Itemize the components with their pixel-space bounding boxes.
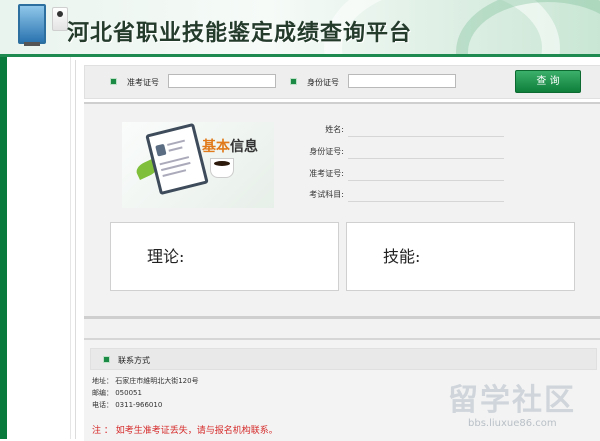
header-divider (0, 54, 600, 57)
left-green-bar (0, 57, 7, 439)
basic-info-illustration: 基本信息 (122, 122, 274, 208)
bullet-icon (290, 78, 297, 85)
query-button[interactable]: 查 询 (515, 70, 581, 93)
contact-address: 地址： 石家庄市維明北大街120号 (92, 377, 199, 385)
page-title: 河北省职业技能鉴定成绩查询平台 (67, 20, 413, 46)
bullet-icon (110, 78, 117, 85)
exam-subject-label: 考试科目: (309, 190, 344, 199)
contact-postcode: 邮编： 050051 (92, 389, 142, 397)
exam-no-label: 准考证号 (127, 78, 159, 87)
id-number-label: 身份证号: (309, 147, 344, 156)
theory-score-label: 理论: (147, 247, 185, 266)
contact-title: 联系方式 (118, 356, 150, 365)
theory-score-box: 理论: (110, 222, 339, 291)
id-no-label: 身份证号 (307, 78, 339, 87)
id-no-input[interactable] (348, 74, 456, 88)
contact-header: 联系方式 (90, 348, 597, 370)
exam-no-input[interactable] (168, 74, 276, 88)
watermark-url: bbs.liuxue86.com (468, 418, 557, 429)
clipboard-icon (145, 122, 209, 196)
name-label: 姓名: (325, 125, 344, 134)
search-bar: 准考证号 身份证号 查 询 (84, 65, 600, 99)
coffee-cup-icon (210, 158, 234, 178)
contact-phone: 电话： 0311-966010 (92, 401, 163, 409)
site-header: 河北省职业技能鉴定成绩查询平台 (0, 0, 600, 57)
field-underline (348, 158, 504, 159)
bullet-icon (103, 356, 110, 363)
person-icon (52, 7, 68, 31)
section-divider (84, 316, 600, 319)
field-underline (348, 180, 504, 181)
basic-info-badge: 基本信息 (202, 139, 258, 155)
contact-note: 注 ： 如考生准考证丢失，请与报名机构联系。 (92, 426, 278, 436)
monitor-stand (24, 42, 40, 46)
skill-score-box: 技能: (346, 222, 575, 291)
watermark-logo: 留学社区 (448, 383, 576, 418)
left-sidebar (7, 57, 71, 439)
field-underline (348, 201, 504, 202)
field-underline (348, 136, 504, 137)
skill-score-label: 技能: (383, 247, 421, 266)
monitor-icon (18, 4, 46, 44)
exam-number-label: 准考证号: (309, 169, 344, 178)
